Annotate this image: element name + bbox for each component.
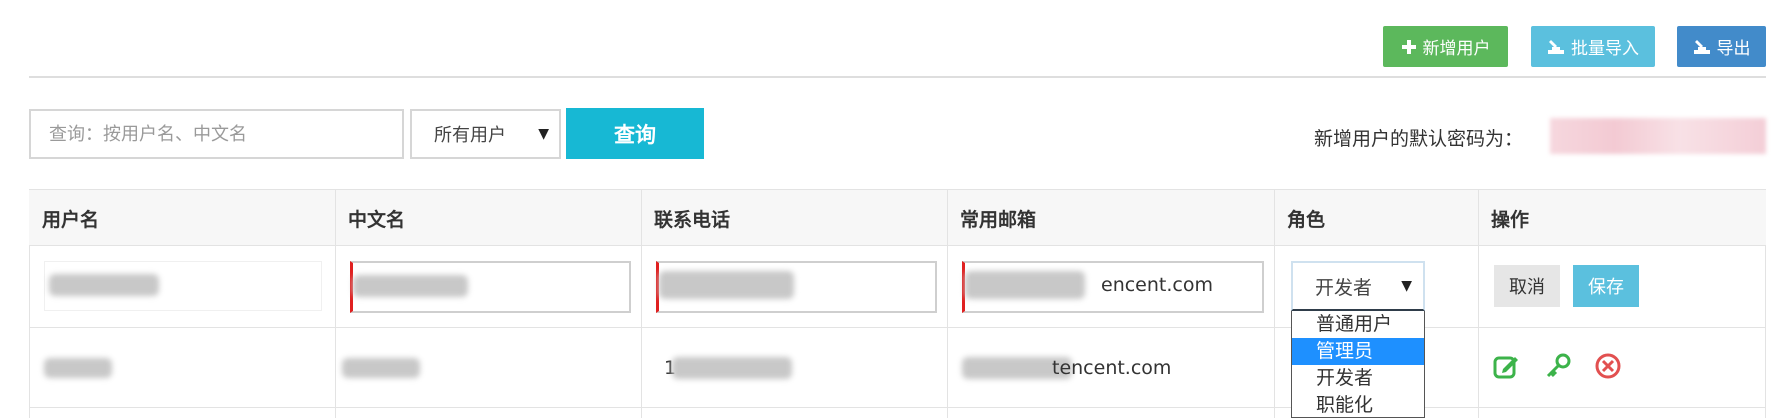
save-button[interactable]: 保存 (1573, 265, 1639, 307)
add-user-label: 新增用户 (1422, 39, 1491, 59)
delete-icon[interactable] (1594, 352, 1622, 380)
username-field[interactable] (44, 261, 322, 311)
row-divider (29, 327, 1766, 328)
email-value: tencent.com (1052, 357, 1172, 379)
role-dropdown-list: 普通用户 管理员 开发者 职能化 (1291, 311, 1425, 418)
query-button[interactable]: 查询 (566, 108, 704, 159)
batch-import-label: 批量导入 (1571, 39, 1639, 59)
add-user-button[interactable]: 新增用户 (1383, 26, 1508, 67)
edit-icon[interactable] (1492, 352, 1520, 380)
email-field[interactable]: encent.com (962, 261, 1264, 313)
user-filter-select[interactable]: 所有用户 ▼ (410, 109, 561, 159)
role-option-functional[interactable]: 职能化 (1292, 392, 1424, 417)
export-icon (1693, 39, 1710, 54)
default-password-label: 新增用户的默认密码为： (1314, 128, 1524, 150)
column-divider (335, 189, 336, 418)
header-phone: 联系电话 (654, 209, 731, 231)
export-label: 导出 (1716, 39, 1751, 59)
role-option-developer[interactable]: 开发者 (1292, 365, 1424, 392)
role-value: 开发者 (1315, 276, 1373, 299)
redacted-phone (672, 357, 792, 379)
batch-import-button[interactable]: 批量导入 (1531, 26, 1655, 67)
user-filter-value: 所有用户 (434, 125, 506, 146)
column-divider (1478, 189, 1479, 418)
header-username: 用户名 (42, 209, 100, 231)
role-option-normal-user[interactable]: 普通用户 (1292, 311, 1424, 338)
column-divider (947, 189, 948, 418)
redacted-text (353, 275, 468, 297)
plus-icon (1401, 39, 1416, 54)
default-password-value-redacted (1550, 118, 1766, 154)
email-value: encent.com (1101, 274, 1213, 296)
chinese-name-field[interactable] (350, 261, 631, 313)
redacted-text (965, 271, 1085, 299)
redacted-text (49, 274, 159, 296)
redacted-chinese-name (342, 358, 420, 378)
column-divider (641, 189, 642, 418)
chevron-down-icon: ▼ (1401, 278, 1412, 294)
chevron-down-icon: ▼ (538, 126, 549, 142)
header-actions: 操作 (1491, 209, 1530, 231)
export-button[interactable]: 导出 (1677, 26, 1766, 67)
import-icon (1548, 39, 1564, 54)
redacted-text (659, 271, 794, 299)
cancel-button[interactable]: 取消 (1494, 265, 1560, 307)
header-role: 角色 (1287, 209, 1326, 231)
phone-field[interactable] (656, 261, 937, 313)
search-input[interactable] (29, 109, 404, 159)
key-icon[interactable] (1544, 352, 1572, 380)
column-divider (1274, 189, 1275, 418)
header-email: 常用邮箱 (960, 209, 1037, 231)
header-chinese-name: 中文名 (348, 209, 406, 231)
role-select[interactable]: 开发者 ▼ (1291, 261, 1425, 311)
redacted-username (44, 358, 112, 378)
role-option-admin[interactable]: 管理员 (1292, 338, 1424, 365)
toolbar-divider (29, 76, 1766, 78)
row-divider (29, 407, 1766, 408)
